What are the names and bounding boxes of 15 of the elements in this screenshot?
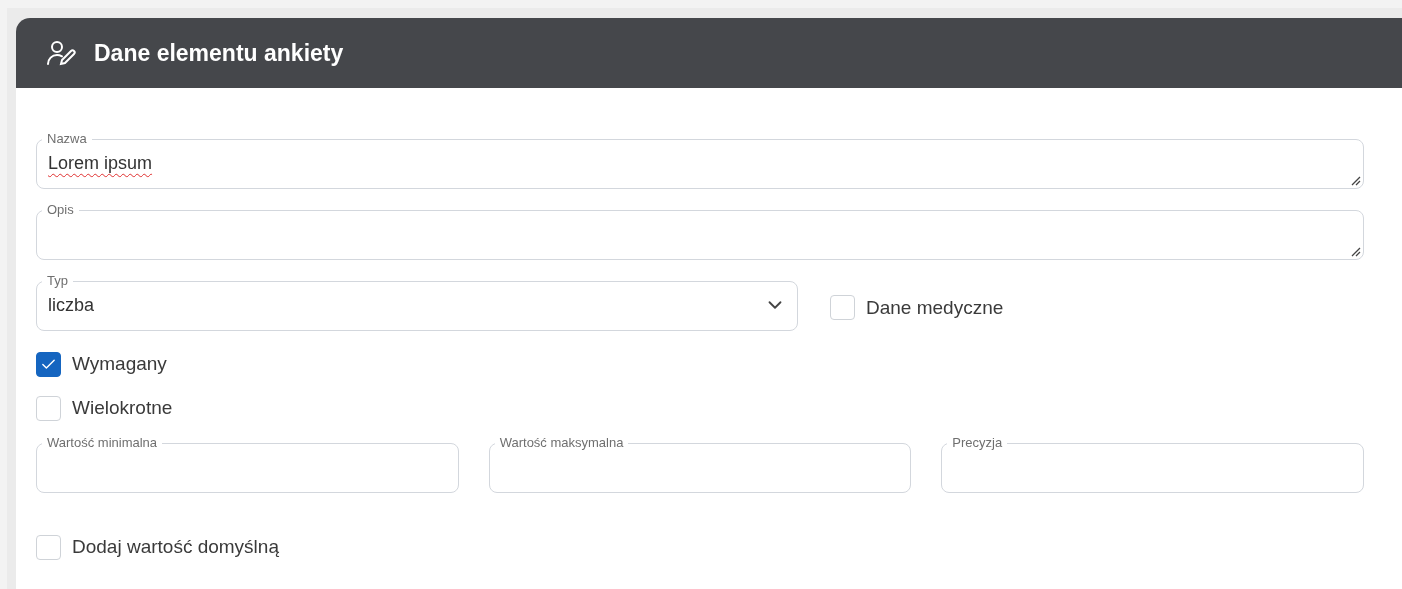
checkbox-label: Wielokrotne <box>72 397 173 419</box>
number-field[interactable]: Wartość maksymalna <box>488 436 912 493</box>
checkbox-label: Dodaj wartość domyślną <box>72 536 279 558</box>
user-edit-icon <box>46 40 78 66</box>
checkbox-label: Dane medyczne <box>866 296 1004 319</box>
panel-title: Dane elementu ankiety <box>94 39 344 67</box>
number-field[interactable]: Wartość minimalna <box>36 436 459 493</box>
text-area[interactable]: Nazwa Lorem ipsum <box>36 132 1364 189</box>
type-select[interactable]: Typ liczba <box>36 274 798 331</box>
checkbox-label: Wymagany <box>72 353 167 375</box>
resize-handle-icon[interactable] <box>1349 245 1361 257</box>
number-field[interactable]: Precyzja <box>941 436 1364 493</box>
text-area[interactable]: Opis <box>36 203 1364 260</box>
checkbox[interactable] <box>36 351 61 377</box>
resize-handle-icon[interactable] <box>1349 174 1361 186</box>
